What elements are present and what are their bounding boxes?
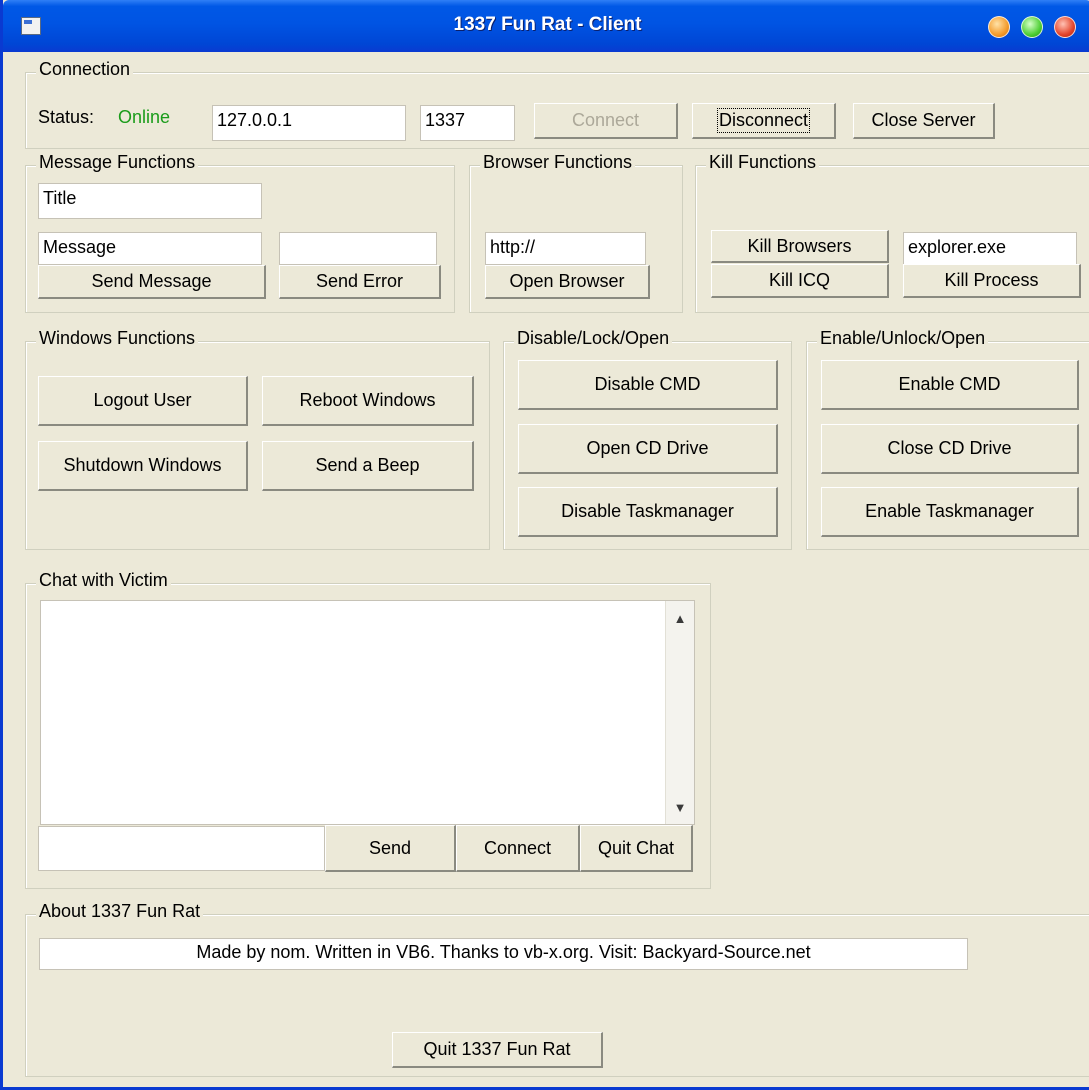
enable-taskmanager-button-label: Enable Taskmanager [865,501,1034,521]
enable-cmd-button[interactable]: Enable CMD [821,360,1079,410]
chat-log[interactable] [40,600,695,825]
disable-frame-label: Disable/Lock/Open [514,328,673,349]
open-cd-drive-button-label: Open CD Drive [586,438,709,458]
chat-input[interactable] [38,826,325,871]
shutdown-windows-button[interactable]: Shutdown Windows [38,441,248,491]
quit-app-button-label: Quit 1337 Fun Rat [423,1039,571,1059]
send-beep-button-label: Send a Beep [315,455,420,475]
port-input[interactable]: 1337 [420,105,515,141]
send-beep-button[interactable]: Send a Beep [262,441,474,491]
chat-send-button[interactable]: Send [325,825,456,872]
enable-cmd-button-label: Enable CMD [898,374,1001,394]
window-title: 1337 Fun Rat - Client [453,14,642,35]
app-window: 1337 Fun Rat - Client Connection Status:… [0,0,1089,1090]
process-input[interactable]: explorer.exe [903,232,1077,265]
browser-frame-label: Browser Functions [480,152,636,173]
chat-connect-button[interactable]: Connect [456,825,580,872]
scroll-up-arrow-icon[interactable]: ▲ [666,607,694,629]
title-bar[interactable]: 1337 Fun Rat - Client [3,0,1089,52]
enable-frame-label: Enable/Unlock/Open [817,328,989,349]
close-cd-drive-button-label: Close CD Drive [887,438,1012,458]
scroll-down-arrow-icon[interactable]: ▼ [666,796,694,818]
send-error-button-label: Send Error [315,271,404,291]
message-body-input[interactable]: Message [38,232,262,265]
disable-cmd-button[interactable]: Disable CMD [518,360,778,410]
message-frame-label: Message Functions [36,152,199,173]
kill-browsers-button-label: Kill Browsers [747,235,852,256]
kill-process-button[interactable]: Kill Process [903,264,1081,298]
open-browser-button-label: Open Browser [509,271,625,291]
logout-user-button-label: Logout User [93,390,192,410]
connect-button[interactable]: Connect [534,103,678,139]
chat-connect-button-label: Connect [483,837,552,858]
message-title-input[interactable]: Title [38,183,262,219]
quit-app-button[interactable]: Quit 1337 Fun Rat [392,1032,603,1068]
chat-log-scrollbar[interactable]: ▲ ▼ [665,601,694,824]
about-text: Made by nom. Written in VB6. Thanks to v… [39,938,968,970]
url-input[interactable]: http:// [485,232,646,265]
enable-taskmanager-button[interactable]: Enable Taskmanager [821,487,1079,537]
disconnect-button[interactable]: Disconnect [692,103,836,139]
send-error-button[interactable]: Send Error [279,265,441,299]
reboot-windows-button[interactable]: Reboot Windows [262,376,474,426]
kill-icq-button-label: Kill ICQ [768,270,830,290]
disconnect-button-label: Disconnect [716,108,811,133]
chat-send-button-label: Send [368,837,412,858]
quit-chat-button[interactable]: Quit Chat [580,825,693,872]
open-browser-button[interactable]: Open Browser [485,265,650,299]
kill-process-button-label: Kill Process [944,270,1039,290]
kill-icq-button[interactable]: Kill ICQ [711,264,889,298]
close-cd-drive-button[interactable]: Close CD Drive [821,424,1079,474]
send-message-button-label: Send Message [91,271,212,291]
about-frame-label: About 1337 Fun Rat [36,901,204,922]
disable-cmd-button-label: Disable CMD [594,374,701,394]
ip-input[interactable]: 127.0.0.1 [212,105,406,141]
status-value: Online [118,107,171,127]
logout-user-button[interactable]: Logout User [38,376,248,426]
status-label: Status: [38,107,95,127]
close-server-button-label: Close Server [871,110,976,130]
kill-browsers-button[interactable]: Kill Browsers [711,230,889,263]
windows-frame-label: Windows Functions [36,328,199,349]
connection-frame-label: Connection [36,59,134,80]
kill-frame-label: Kill Functions [706,152,820,173]
close-server-button[interactable]: Close Server [853,103,995,139]
maximize-button[interactable] [1021,16,1043,38]
minimize-button[interactable] [988,16,1010,38]
send-message-button[interactable]: Send Message [38,265,266,299]
error-input[interactable] [279,232,437,265]
disable-taskmanager-button[interactable]: Disable Taskmanager [518,487,778,537]
reboot-windows-button-label: Reboot Windows [299,390,436,410]
open-cd-drive-button[interactable]: Open CD Drive [518,424,778,474]
shutdown-windows-button-label: Shutdown Windows [63,455,222,475]
connect-button-label: Connect [571,110,640,130]
close-button[interactable] [1054,16,1076,38]
chat-frame-label: Chat with Victim [36,570,171,591]
disable-taskmanager-button-label: Disable Taskmanager [561,501,734,521]
quit-chat-button-label: Quit Chat [597,837,675,858]
